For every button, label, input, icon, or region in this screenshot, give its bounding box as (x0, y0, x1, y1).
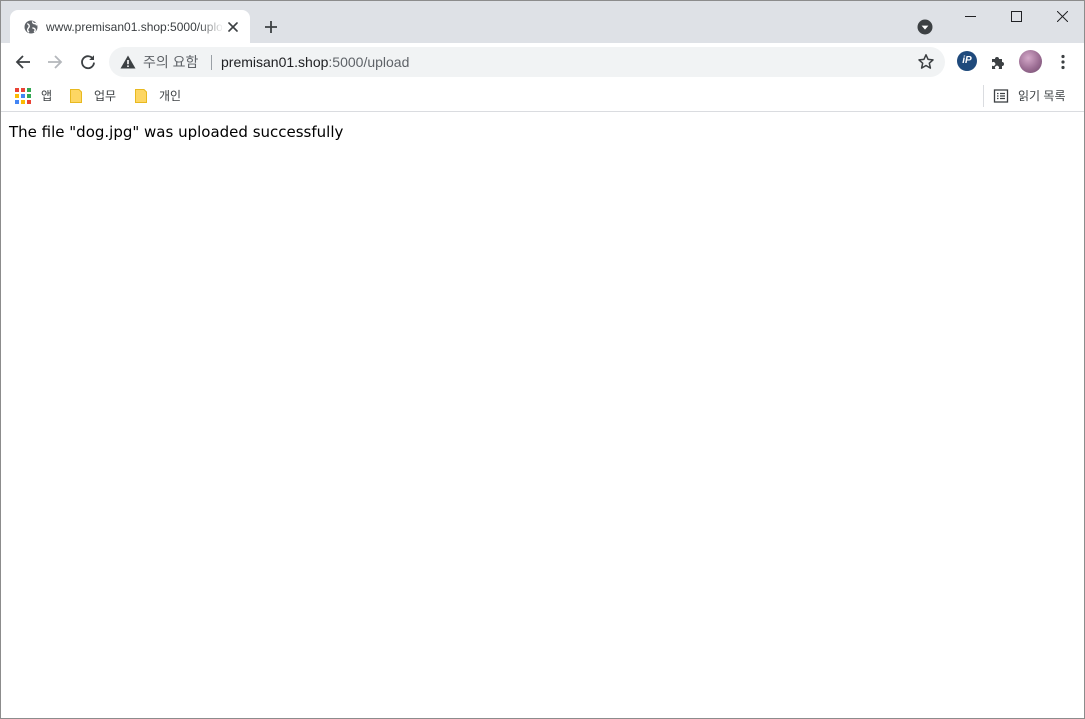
tab-strip: www.premisan01.shop:5000/upload (1, 1, 1084, 43)
more-vert-icon[interactable] (1054, 53, 1072, 71)
browser-window: www.premisan01.shop:5000/upload 주의 요함 pr… (0, 0, 1085, 719)
plus-icon (265, 21, 277, 33)
new-tab-button[interactable] (259, 15, 283, 39)
folder-icon (135, 89, 147, 103)
browser-toolbar: 주의 요함 premisan01.shop:5000/upload (1, 43, 1084, 81)
arrow-left-icon (15, 55, 30, 69)
minimize-button[interactable] (947, 1, 993, 31)
tab-title: www.premisan01.shop:5000/upload (46, 20, 222, 34)
reading-list-label: 읽기 목록 (1018, 89, 1066, 103)
bookmark-apps[interactable]: 앱 (15, 85, 52, 107)
upload-success-message: The file "dog.jpg" was uploaded successf… (9, 123, 344, 141)
reload-icon (81, 55, 95, 70)
active-tab[interactable]: www.premisan01.shop:5000/upload (10, 10, 250, 43)
url-host: premisan01.shop (221, 54, 329, 70)
tab-title-fade (198, 18, 224, 36)
reading-list-button[interactable]: 읽기 목록 (993, 85, 1066, 107)
close-window-button[interactable] (1039, 1, 1084, 31)
url-path: :5000/upload (328, 54, 410, 70)
close-icon (1056, 10, 1068, 22)
bookmark-folder-work[interactable]: 업무 (68, 85, 116, 107)
reload-button[interactable] (74, 48, 102, 76)
url-text[interactable]: premisan01.shop:5000/upload (221, 54, 409, 70)
close-icon (228, 22, 238, 32)
address-separator (211, 55, 212, 70)
bookmark-label: 업무 (94, 89, 117, 103)
profile-avatar[interactable] (1019, 50, 1042, 73)
warning-icon[interactable] (120, 55, 136, 69)
bookmark-star-icon[interactable] (917, 53, 935, 71)
minimize-icon (964, 15, 976, 17)
globe-icon (24, 20, 38, 34)
apps-grid-icon (15, 88, 31, 104)
security-warning-label[interactable]: 주의 요함 (143, 54, 198, 70)
arrow-right-icon (48, 55, 63, 69)
back-button[interactable] (9, 48, 37, 76)
page-content: The file "dog.jpg" was uploaded successf… (1, 112, 1084, 718)
forward-button[interactable] (41, 48, 69, 76)
maximize-icon (1010, 10, 1022, 22)
reading-list-icon (993, 89, 1009, 103)
address-bar[interactable]: 주의 요함 premisan01.shop:5000/upload (109, 47, 945, 77)
ip-extension-label: iP (962, 55, 972, 66)
bookmark-folder-personal[interactable]: 개인 (133, 85, 181, 107)
extensions-puzzle-icon[interactable] (989, 53, 1007, 71)
bookmark-label: 개인 (159, 89, 182, 103)
maximize-button[interactable] (993, 1, 1039, 31)
tab-close-button[interactable] (225, 19, 241, 35)
bookmarks-divider (983, 85, 984, 107)
ip-extension-button[interactable]: iP (957, 51, 977, 71)
folder-icon (70, 89, 82, 103)
bookmark-label: 앱 (41, 89, 53, 103)
bookmarks-bar: 앱 업무 개인 읽기 목록 (1, 81, 1084, 112)
tab-search-icon[interactable] (916, 18, 934, 36)
